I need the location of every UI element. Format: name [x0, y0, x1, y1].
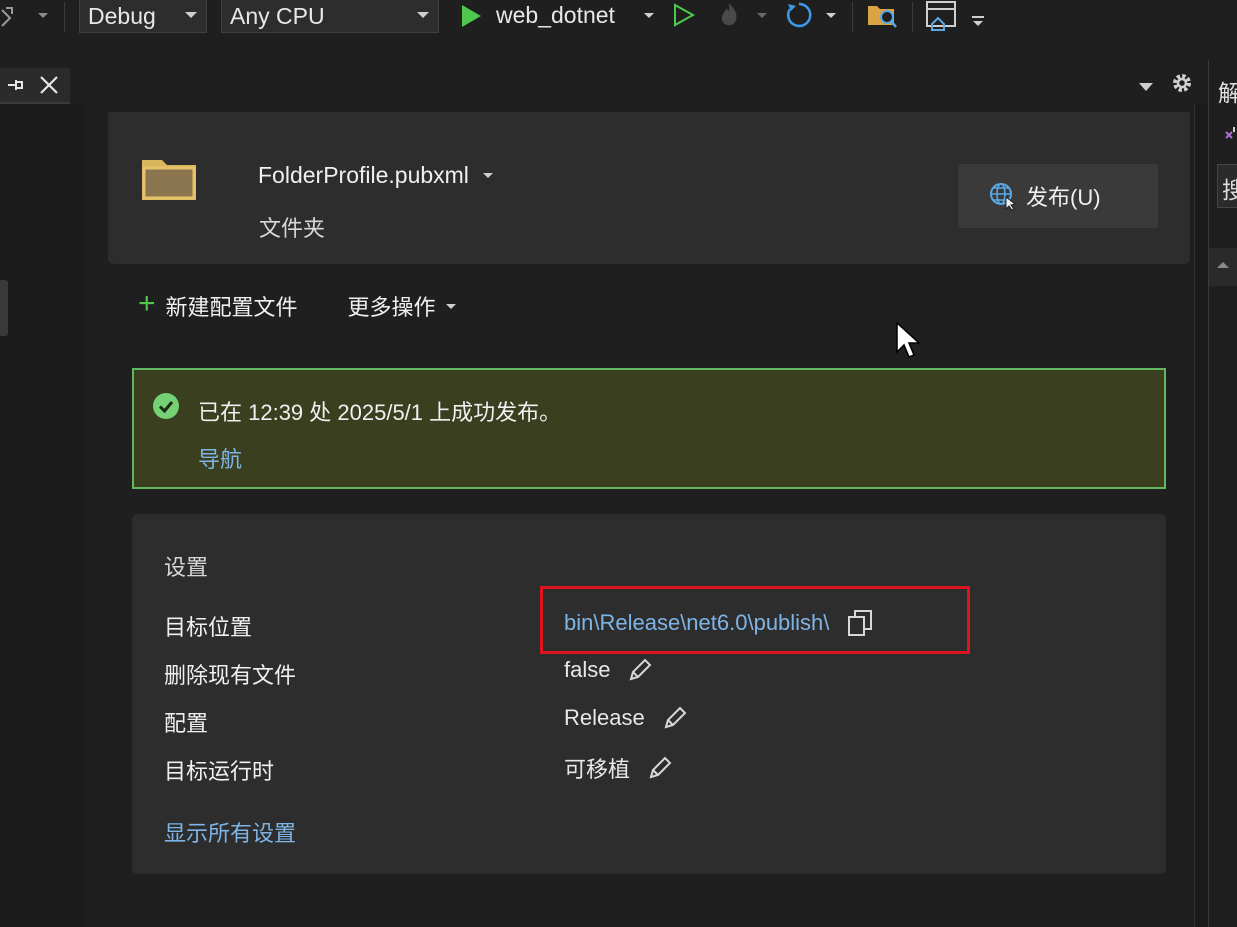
publish-success-banner: 已在 12:39 处 2025/5/1 上成功发布。 导航	[132, 368, 1166, 489]
configuration-label: 配置	[164, 711, 209, 736]
delete-existing-label: 删除现有文件	[164, 663, 297, 688]
vs-solution-icon	[1225, 126, 1237, 149]
platform-value: Any CPU	[230, 2, 325, 29]
target-runtime-label: 目标运行时	[164, 759, 275, 784]
target-runtime-value: 可移植	[564, 752, 674, 784]
folder-search-icon	[868, 6, 897, 28]
chevron-down-icon	[417, 12, 429, 18]
mouse-cursor-icon	[896, 321, 922, 365]
pencil-icon[interactable]	[646, 754, 674, 782]
chevron-down-icon	[482, 173, 493, 178]
gear-icon[interactable]	[1170, 71, 1194, 100]
publish-label: 发布(U)	[1026, 185, 1101, 210]
play-outline-icon	[674, 3, 696, 27]
start-debugging-button[interactable]: web_dotnet	[458, 2, 615, 29]
publish-page: FolderProfile.pubxml 文件夹 发布(U) + 新建配置文件 …	[84, 104, 1194, 927]
toolbar-separator	[64, 2, 65, 32]
check-circle-icon	[153, 393, 179, 419]
left-panel-strip	[0, 104, 84, 927]
left-scrollbar-thumb[interactable]	[0, 280, 8, 336]
profile-actions: + 新建配置文件 更多操作	[138, 287, 456, 322]
pencil-icon[interactable]	[626, 656, 654, 684]
settings-card: 设置 目标位置 bin\Release\net6.0\publish\ 删除现有…	[132, 514, 1166, 874]
profile-type: 文件夹	[259, 216, 326, 241]
delete-existing-value: false	[564, 656, 654, 684]
home-window-icon	[926, 1, 956, 31]
chevron-down-icon	[185, 12, 197, 18]
start-page-button[interactable]	[924, 0, 960, 32]
success-message: 已在 12:39 处 2025/5/1 上成功发布。	[198, 400, 562, 425]
start-without-debugging-button[interactable]	[671, 2, 697, 28]
play-icon	[462, 4, 481, 27]
toolbar-separator	[912, 2, 913, 32]
chevron-down-icon	[445, 303, 456, 309]
toolbar-partial-icon[interactable]	[0, 6, 30, 30]
collapse-icon	[1217, 262, 1229, 268]
delete-existing-text: false	[564, 657, 611, 682]
settings-title: 设置	[164, 555, 209, 580]
show-all-settings-link[interactable]: 显示所有设置	[164, 816, 296, 848]
new-profile-button[interactable]: + 新建配置文件	[138, 287, 298, 322]
profile-name: FolderProfile.pubxml	[258, 162, 469, 188]
profile-header-card: FolderProfile.pubxml 文件夹 发布(U)	[108, 112, 1190, 264]
solution-tree-header[interactable]	[1209, 248, 1237, 286]
restart-button[interactable]	[784, 0, 814, 30]
new-profile-label: 新建配置文件	[165, 295, 298, 320]
more-actions-label: 更多操作	[347, 295, 436, 320]
publish-button[interactable]: 发布(U)	[958, 164, 1158, 228]
more-actions-button[interactable]: 更多操作	[348, 290, 456, 322]
platform-combo[interactable]: Any CPU	[221, 0, 439, 33]
panel-dropdown[interactable]	[1139, 83, 1153, 91]
globe-publish-icon	[990, 183, 1017, 211]
solution-explorer-title: 解	[1218, 80, 1237, 106]
flame-icon	[721, 3, 737, 26]
search-placeholder: 搜	[1222, 177, 1237, 203]
restart-dropdown[interactable]	[826, 13, 836, 18]
configuration-text: Release	[564, 705, 645, 730]
main-vertical-scrollbar[interactable]	[1194, 104, 1208, 927]
navigate-link[interactable]: 导航	[198, 442, 242, 474]
configuration-value: Debug	[88, 2, 156, 29]
hot-reload-button[interactable]	[714, 0, 744, 30]
toolbar-separator	[852, 2, 853, 32]
document-tab[interactable]	[0, 68, 70, 104]
highlight-box	[540, 586, 970, 654]
find-in-files-button[interactable]	[866, 0, 900, 30]
document-tab-row	[0, 36, 1200, 104]
run-target-dropdown[interactable]	[644, 13, 654, 18]
solution-explorer-panel: 解 搜	[1208, 60, 1237, 927]
toolbar-options-dropdown[interactable]	[972, 16, 984, 26]
profile-selector[interactable]: FolderProfile.pubxml	[258, 162, 493, 189]
pencil-icon[interactable]	[661, 704, 689, 732]
restart-icon	[787, 2, 812, 28]
configuration-value-row: Release	[564, 704, 689, 732]
pin-icon[interactable]	[4, 74, 26, 101]
solution-search-input[interactable]: 搜	[1217, 164, 1237, 208]
plus-icon: +	[138, 287, 156, 320]
hot-reload-dropdown[interactable]	[757, 13, 767, 18]
toolbar-overflow-dropdown[interactable]	[38, 13, 48, 18]
folder-icon	[140, 156, 198, 207]
run-target-label: web_dotnet	[496, 2, 615, 28]
target-location-label: 目标位置	[164, 615, 253, 640]
close-icon[interactable]	[38, 74, 60, 101]
target-runtime-text: 可移植	[564, 757, 631, 782]
configuration-combo[interactable]: Debug	[79, 0, 207, 33]
main-toolbar: Debug Any CPU web_dotnet	[0, 0, 1237, 36]
